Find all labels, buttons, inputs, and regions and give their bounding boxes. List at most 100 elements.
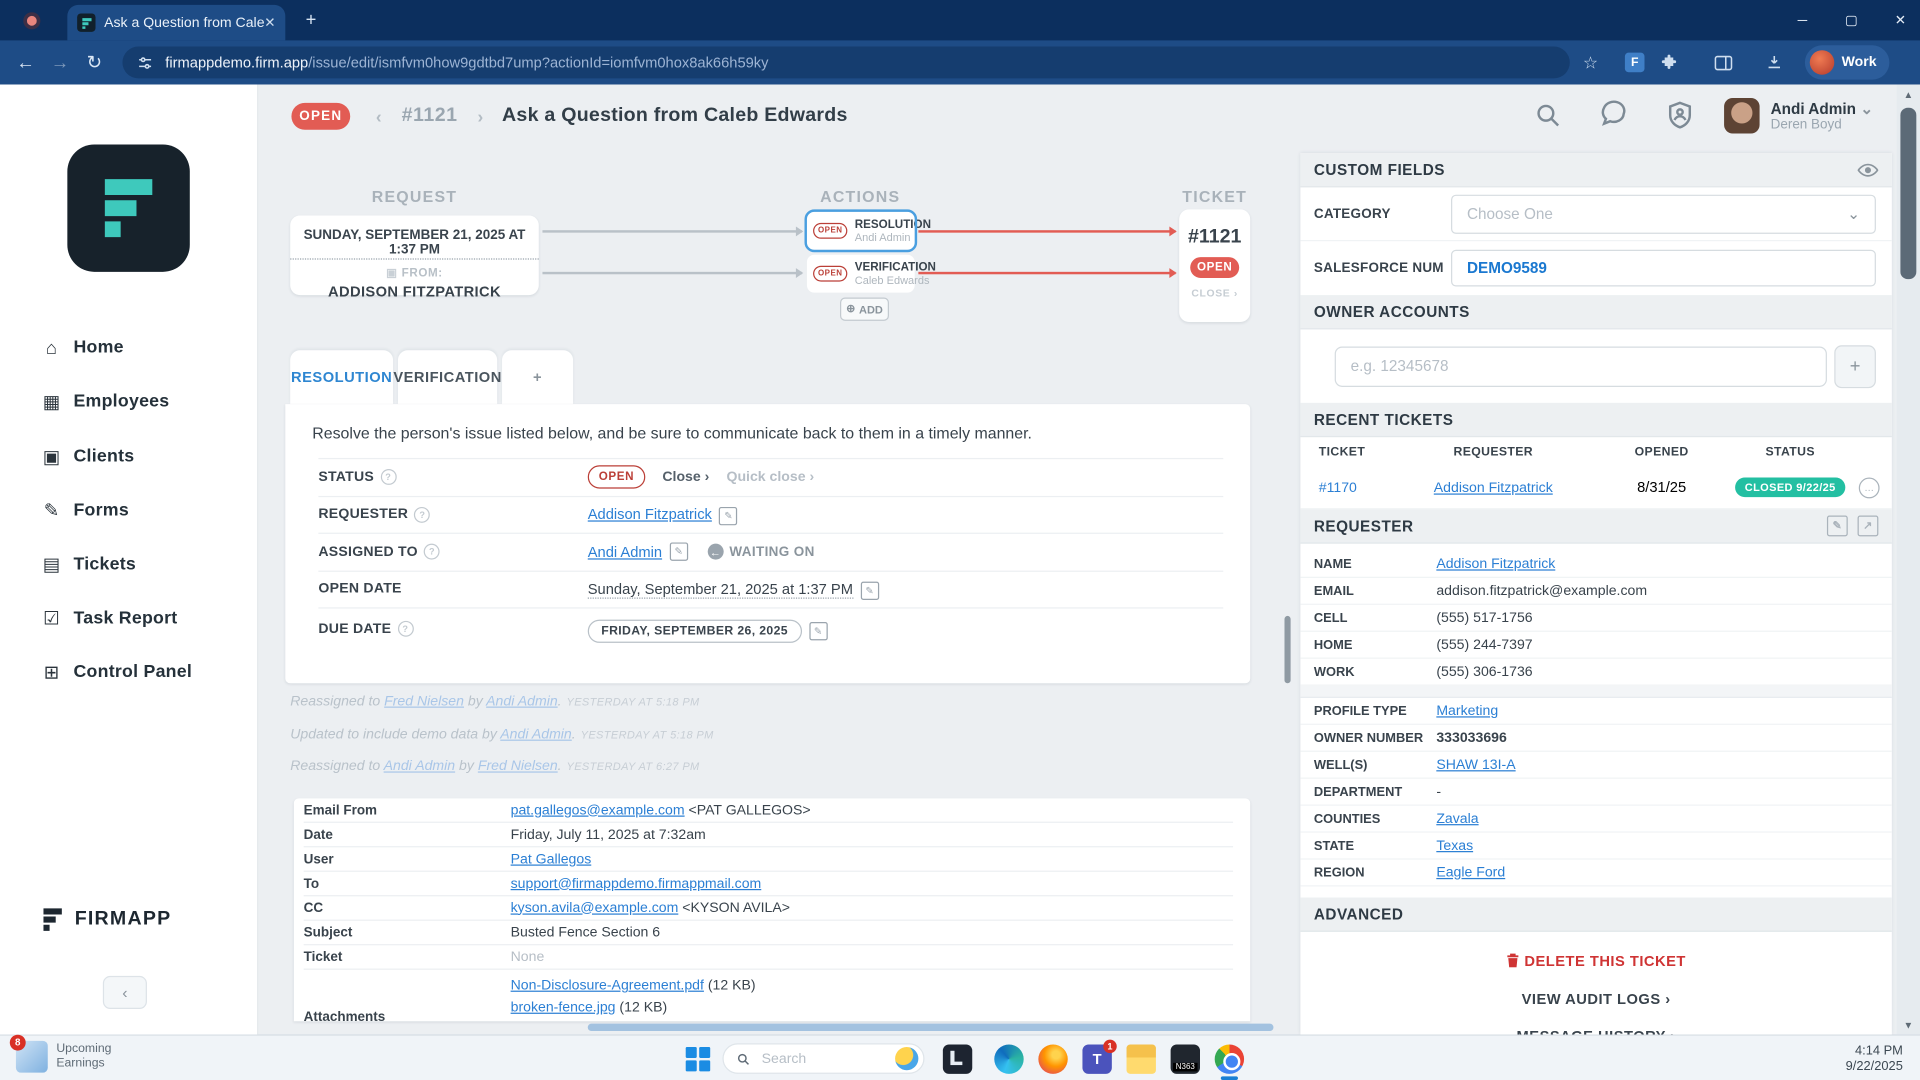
sidebar-item-control-panel[interactable]: ⊞ Control Panel: [0, 651, 257, 693]
sidebar-item-tickets[interactable]: ▤ Tickets: [0, 544, 257, 586]
scroll-up-icon[interactable]: ▲: [1897, 84, 1920, 104]
page-scrollbar[interactable]: ▲ ▼: [1897, 84, 1920, 1034]
attachment-link[interactable]: Non-Disclosure-Agreement.pdf: [511, 978, 704, 993]
close-link[interactable]: Close ›: [662, 470, 709, 485]
profile-type-link[interactable]: Marketing: [1436, 703, 1498, 718]
user-name[interactable]: Andi Admin ⌄: [1771, 99, 1873, 117]
edit-icon[interactable]: ✎: [719, 507, 737, 525]
chrome-icon[interactable]: [1215, 1044, 1244, 1073]
prev-ticket-chevron-icon[interactable]: ‹: [376, 107, 382, 127]
widgets-button[interactable]: 8 UpcomingEarnings: [16, 1041, 112, 1073]
firefox-icon[interactable]: [1038, 1044, 1067, 1073]
sidebar-item-task-report[interactable]: ☑ Task Report: [0, 598, 257, 640]
taskbar-search-input[interactable]: [759, 1050, 895, 1067]
region-link[interactable]: Eagle Ford: [1436, 865, 1505, 880]
sidebar-item-forms[interactable]: ✎ Forms: [0, 490, 257, 532]
sidebar-item-employees[interactable]: ▦ Employees: [0, 381, 257, 423]
help-icon[interactable]: ?: [414, 507, 430, 523]
tab-verification[interactable]: VERIFICATION: [398, 350, 497, 404]
sidebar-collapse-button[interactable]: ‹: [103, 976, 147, 1009]
email-user-link[interactable]: Pat Gallegos: [511, 852, 592, 867]
sidebar-item-clients[interactable]: ▣ Clients: [0, 436, 257, 478]
browser-tab[interactable]: Ask a Question from Caleb Edw ✕: [67, 5, 285, 41]
content-scrollbar-thumb[interactable]: [1284, 616, 1290, 683]
tab-close-icon[interactable]: ✕: [264, 15, 275, 31]
activity-user-link[interactable]: Andi Admin: [486, 694, 557, 709]
attachment-link[interactable]: broken-fence.jpg: [511, 1000, 616, 1015]
tab-resolution[interactable]: RESOLUTION: [290, 350, 393, 404]
recent-ticket-requester-link[interactable]: Addison Fitzpatrick: [1434, 481, 1553, 496]
help-icon[interactable]: ?: [397, 621, 413, 637]
address-bar[interactable]: firmappdemo.firm.app/issue/edit/ismfvm0h…: [122, 47, 1569, 79]
horizontal-scrollbar-thumb[interactable]: [588, 1024, 1274, 1031]
owner-account-input[interactable]: [1335, 346, 1827, 386]
app-icon-dark[interactable]: [943, 1044, 972, 1073]
edge-icon[interactable]: [994, 1044, 1023, 1073]
tab-add[interactable]: +: [502, 350, 573, 404]
bookmark-star-icon[interactable]: ☆: [1577, 49, 1604, 76]
requester-link[interactable]: Addison Fitzpatrick: [588, 506, 712, 523]
email-to-link[interactable]: support@firmappdemo.firmappmail.com: [511, 876, 762, 891]
help-icon[interactable]: ?: [380, 469, 396, 485]
extensions-puzzle-icon[interactable]: [1656, 49, 1683, 76]
delete-ticket-button[interactable]: DELETE THIS TICKET: [1300, 953, 1891, 970]
recent-ticket-link[interactable]: #1170: [1319, 481, 1357, 496]
chat-icon[interactable]: [1599, 100, 1631, 132]
window-close-button[interactable]: ✕: [1876, 0, 1920, 40]
category-select[interactable]: Choose One ⌄: [1451, 194, 1876, 233]
ticket-close-link[interactable]: CLOSE ›: [1179, 287, 1250, 299]
edit-icon[interactable]: ✎: [669, 543, 687, 561]
action-resolution-card[interactable]: OPEN RESOLUTION Andi Admin: [807, 212, 915, 250]
edit-icon[interactable]: ✎: [809, 621, 827, 639]
taskbar-clock[interactable]: 4:14 PM9/22/2025: [1846, 1043, 1903, 1075]
activity-user-link[interactable]: Fred Nielsen: [478, 759, 558, 774]
teams-icon[interactable]: T1: [1082, 1044, 1111, 1073]
profile-shield-icon[interactable]: [1665, 100, 1697, 132]
window-maximize-button[interactable]: ▢: [1827, 0, 1876, 40]
counties-link[interactable]: Zavala: [1436, 811, 1478, 826]
activity-user-link[interactable]: Andi Admin: [500, 727, 571, 742]
site-settings-icon[interactable]: [137, 54, 153, 70]
ticket-card[interactable]: #1121 OPEN CLOSE ›: [1179, 209, 1250, 322]
app-icon-n363[interactable]: N363: [1171, 1044, 1200, 1073]
more-options-icon[interactable]: …: [1859, 477, 1880, 498]
search-icon[interactable]: [1533, 100, 1565, 132]
add-action-button[interactable]: ⊕ADD: [840, 298, 889, 321]
next-ticket-chevron-icon[interactable]: ›: [478, 107, 484, 127]
request-card[interactable]: SUNDAY, SEPTEMBER 21, 2025 AT 1:37 PM ▣ …: [290, 216, 539, 296]
extension-f-icon[interactable]: F: [1621, 49, 1648, 76]
email-from-link[interactable]: pat.gallegos@example.com: [511, 803, 685, 818]
quick-close-link[interactable]: Quick close ›: [727, 470, 815, 485]
activity-user-link[interactable]: Fred Nielsen: [384, 694, 464, 709]
side-panel-icon[interactable]: [1709, 49, 1736, 76]
file-explorer-icon[interactable]: [1127, 1044, 1156, 1073]
back-button[interactable]: ←: [10, 47, 42, 79]
state-link[interactable]: Texas: [1436, 838, 1473, 853]
salesforce-num-input[interactable]: [1451, 250, 1876, 287]
requester-name-link[interactable]: Addison Fitzpatrick: [1436, 557, 1555, 572]
forward-button[interactable]: →: [44, 47, 76, 79]
due-date-pill[interactable]: FRIDAY, SEPTEMBER 26, 2025: [588, 619, 802, 642]
edit-icon[interactable]: ✎: [860, 582, 878, 600]
activity-user-link[interactable]: Andi Admin: [384, 759, 455, 774]
user-avatar[interactable]: [1724, 98, 1760, 134]
message-history-link[interactable]: MESSAGE HISTORY ›: [1300, 1027, 1891, 1034]
downloads-icon[interactable]: [1761, 49, 1788, 76]
help-icon[interactable]: ?: [424, 544, 440, 560]
edit-requester-icon[interactable]: ✎: [1827, 516, 1848, 537]
waiting-on-toggle[interactable]: ←WAITING ON: [707, 544, 814, 560]
start-button[interactable]: [686, 1047, 710, 1071]
new-tab-button[interactable]: +: [299, 10, 323, 31]
scroll-down-icon[interactable]: ▼: [1897, 1015, 1920, 1035]
action-verification-card[interactable]: OPEN VERIFICATION Caleb Edwards: [807, 255, 915, 293]
page-scrollbar-thumb[interactable]: [1900, 108, 1916, 279]
reload-button[interactable]: ↻: [78, 47, 110, 79]
firmapp-logo[interactable]: [67, 144, 189, 271]
assigned-link[interactable]: Andi Admin: [588, 543, 662, 560]
window-minimize-button[interactable]: ─: [1778, 0, 1827, 40]
wells-link[interactable]: SHAW 13I-A: [1436, 757, 1515, 772]
sidebar-item-home[interactable]: ⌂ Home: [0, 327, 257, 369]
view-audit-logs-link[interactable]: VIEW AUDIT LOGS ›: [1300, 991, 1891, 1008]
eye-icon[interactable]: [1858, 162, 1879, 177]
add-owner-account-button[interactable]: +: [1834, 345, 1876, 388]
